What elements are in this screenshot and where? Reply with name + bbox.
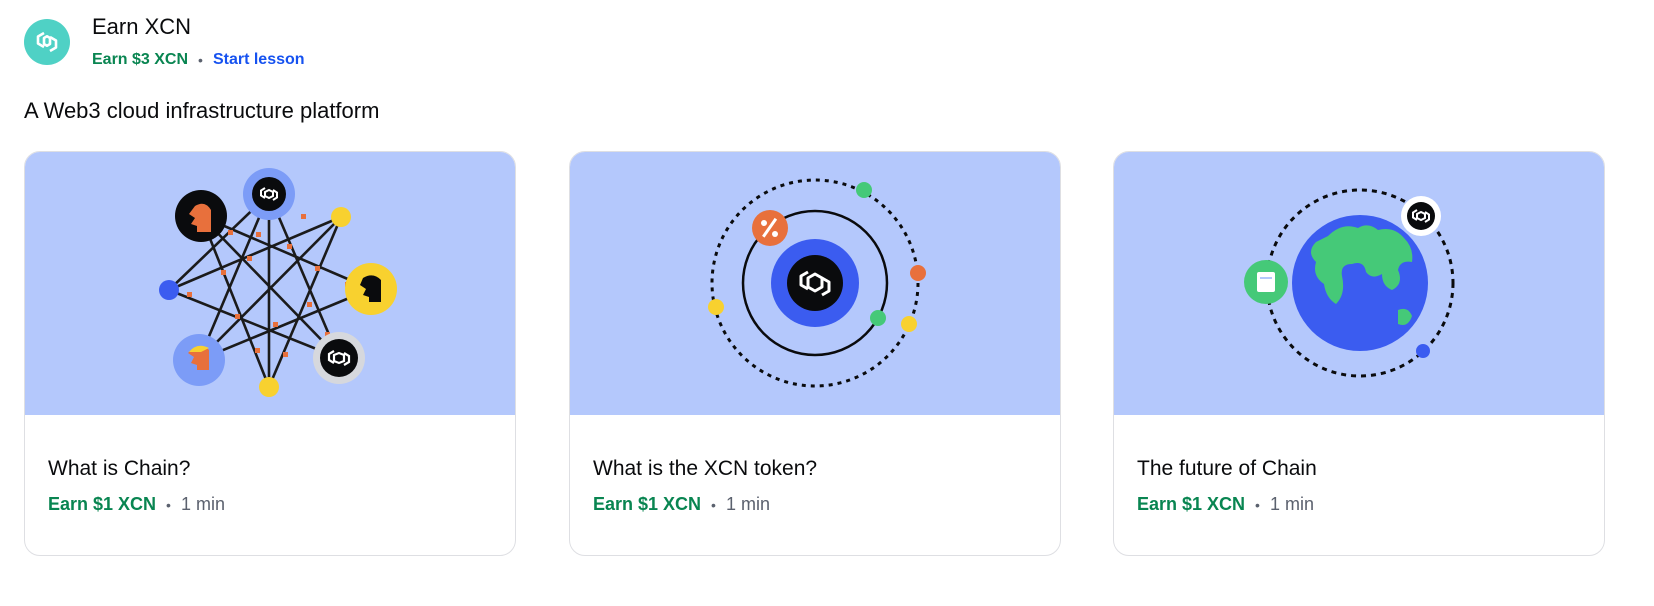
page-title: Earn XCN [92,14,192,39]
lesson-duration: 1 min [1269,494,1314,514]
lesson-title: What is Chain? [48,457,191,480]
lesson-duration: 1 min [725,494,770,514]
lesson-title: What is the XCN token? [593,457,818,480]
lesson-meta: Earn $1 XCN • 1 min [1137,494,1314,515]
reward-badge: Earn $1 XCN [48,494,157,514]
lesson-card-what-is-xcn[interactable]: What is the XCN token? Earn $1 XCN • 1 m… [569,151,1061,556]
globe-orbit-illustration [1114,152,1604,415]
network-star-illustration [25,152,515,415]
separator-dot: • [711,496,716,513]
reward-badge: Earn $3 XCN [92,51,189,68]
lesson-card-what-is-chain[interactable]: What is Chain? Earn $1 XCN • 1 min [24,151,516,556]
lesson-duration: 1 min [180,494,225,514]
start-lesson-link[interactable]: Start lesson [213,51,305,69]
asset-description: A Web3 cloud infrastructure platform [24,98,380,123]
header-meta: Earn $3 XCN • Start lesson [92,51,305,69]
reward-badge: Earn $1 XCN [1137,494,1246,514]
lesson-card-future-of-chain[interactable]: The future of Chain Earn $1 XCN • 1 min [1113,151,1605,556]
token-orbit-illustration [570,152,1060,415]
separator-dot: • [166,496,171,513]
lesson-meta: Earn $1 XCN • 1 min [48,494,225,515]
separator-dot: • [1255,496,1260,513]
lesson-meta: Earn $1 XCN • 1 min [593,494,770,515]
reward-badge: Earn $1 XCN [593,494,702,514]
lesson-title: The future of Chain [1137,457,1317,480]
chain-logo-icon [24,19,70,65]
separator-dot: • [198,52,203,68]
